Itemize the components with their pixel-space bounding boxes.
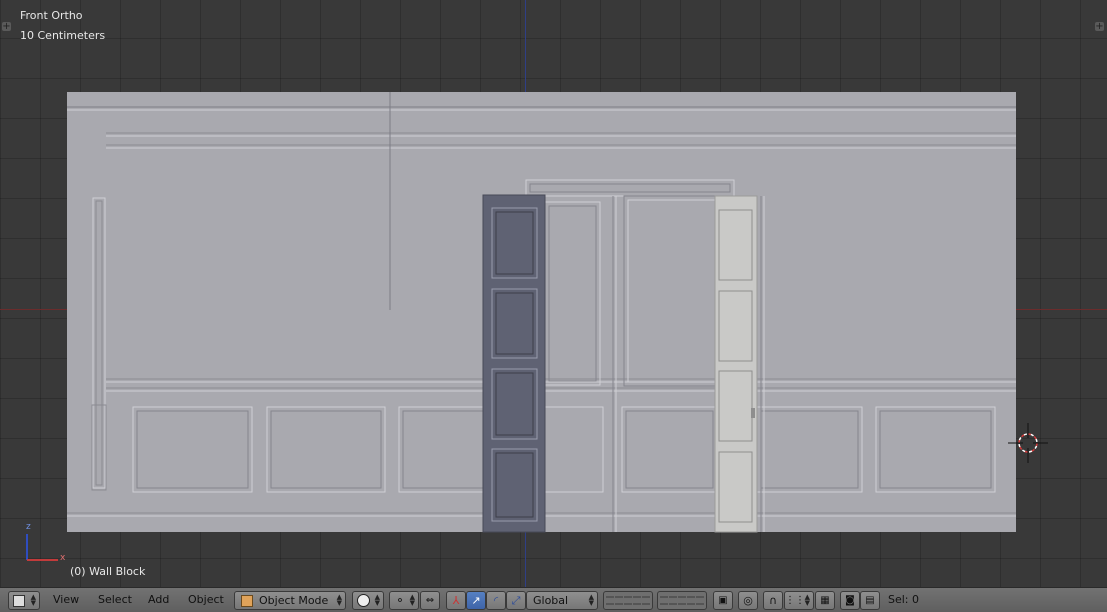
editor-type-button[interactable]: ▲ ▼ <box>8 591 40 610</box>
menu-object[interactable]: Object <box>188 593 224 606</box>
scale-icon: ⤢ <box>511 593 521 607</box>
translate-manipulator-button[interactable]: ↗ <box>466 591 486 610</box>
gizmo-z-label: z <box>26 522 31 532</box>
updown-icon: ▲ ▼ <box>409 593 415 607</box>
camera-icon: ◙ <box>845 595 855 606</box>
manipulate-center-button[interactable]: ⇔ <box>420 591 440 610</box>
transform-manipulator-toggle[interactable]: ⅄ <box>446 591 466 610</box>
manipulator-axes-icon: ⅄ <box>452 594 460 607</box>
opengl-render-animation-button[interactable]: ▤ <box>860 591 880 610</box>
door-leaf-left <box>482 194 546 533</box>
mode-label: Object Mode <box>259 594 329 607</box>
snap-element-button[interactable]: ⋮⋮ ▲ ▼ <box>784 591 814 610</box>
rotate-arc-icon: ◜ <box>493 594 499 607</box>
render-icon: ▦ <box>820 595 830 606</box>
translate-arrow-icon: ↗ <box>471 594 481 607</box>
scene-layers-group-1[interactable] <box>603 591 653 610</box>
magnet-icon: ∩ <box>768 594 778 607</box>
scene-layers-group-2[interactable] <box>657 591 707 610</box>
transform-orientation-dropdown[interactable]: Global ▲ ▼ <box>526 591 598 610</box>
lock-icon: ▣ <box>718 595 728 606</box>
3d-view-icon <box>13 594 25 607</box>
updown-icon: ▲ ▼ <box>336 593 342 607</box>
rotate-manipulator-button[interactable]: ◜ <box>486 591 506 610</box>
opengl-render-image-button[interactable]: ◙ <box>840 591 860 610</box>
axis-gizmo <box>26 534 58 561</box>
lock-layers-button[interactable]: ▣ <box>713 591 733 610</box>
updown-icon: ▲ ▼ <box>374 593 380 607</box>
proportional-edit-icon: ◎ <box>743 594 753 607</box>
pivot-icon: ⚬ <box>395 594 405 607</box>
updown-icon: ▲ ▼ <box>30 593 36 607</box>
menu-add[interactable]: Add <box>148 593 169 606</box>
menu-select[interactable]: Select <box>98 593 132 606</box>
proportional-edit-button[interactable]: ◎ <box>738 591 758 610</box>
updown-icon: ▲ ▼ <box>588 593 594 607</box>
center-points-icon: ⇔ <box>425 595 435 606</box>
menu-view[interactable]: View <box>53 593 79 606</box>
snap-toggle-button[interactable]: ∩ <box>763 591 783 610</box>
cube-icon <box>241 594 253 607</box>
gizmo-x-label: x <box>60 553 66 563</box>
snap-increment-icon: ⋮⋮ <box>785 595 805 606</box>
render-preview-button[interactable]: ▦ <box>815 591 835 610</box>
3d-viewport[interactable]: Front Ortho 10 Centimeters (0) Wall Bloc… <box>0 0 1107 587</box>
orientation-label: Global <box>533 594 569 607</box>
viewport-shading-button[interactable]: ▲ ▼ <box>352 591 384 610</box>
pivot-point-button[interactable]: ⚬ ▲ ▼ <box>389 591 419 610</box>
selection-count: Sel: 0 <box>888 593 920 606</box>
viewport-header: ▲ ▼ View Select Add Object Object Mode ▲ ▼… <box>0 587 1107 612</box>
scene-render <box>26 92 1048 561</box>
door-leaf-right <box>714 195 758 533</box>
solid-shading-icon <box>356 594 370 607</box>
scale-manipulator-button[interactable]: ⤢ <box>506 591 526 610</box>
updown-icon: ▲ ▼ <box>804 593 810 607</box>
mode-dropdown[interactable]: Object Mode ▲ ▼ <box>234 591 346 610</box>
clapperboard-icon: ▤ <box>865 595 875 606</box>
